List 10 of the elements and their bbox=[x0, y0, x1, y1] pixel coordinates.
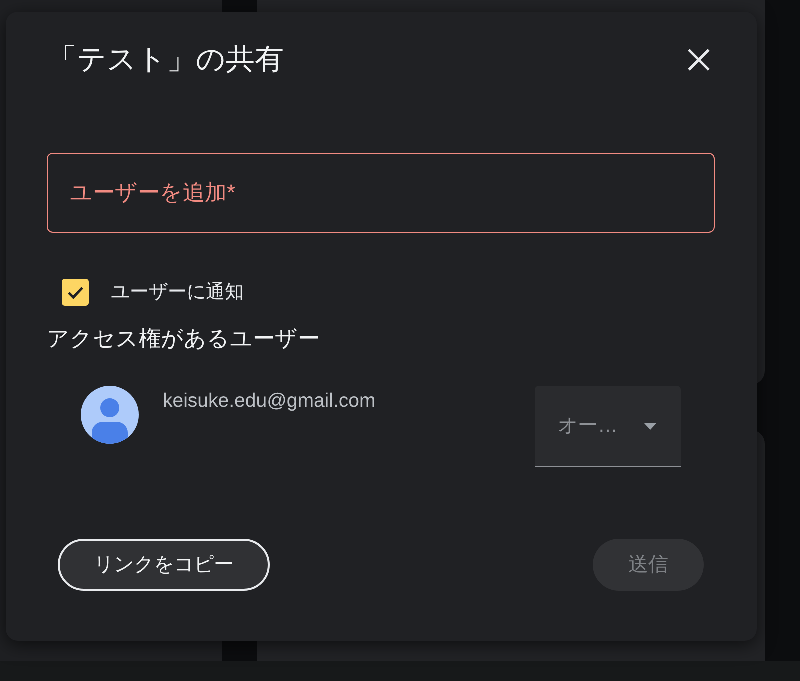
action-button[interactable]: リンクをコピー bbox=[58, 539, 270, 591]
add-user-field[interactable]: ユーザーを追加* bbox=[47, 153, 715, 233]
section-heading: アクセス権があるユーザー bbox=[47, 325, 321, 353]
dialog-title: 「テスト」の共有 bbox=[47, 43, 284, 78]
close-icon[interactable] bbox=[688, 49, 710, 71]
notify-checkbox[interactable] bbox=[62, 279, 89, 306]
user-email: keisuke.edu@gmail.com bbox=[163, 389, 376, 413]
role-dropdown[interactable]: オー… bbox=[535, 386, 681, 467]
avatar-icon bbox=[81, 386, 139, 444]
checkbox-label: ユーザーに通知 bbox=[111, 280, 244, 304]
